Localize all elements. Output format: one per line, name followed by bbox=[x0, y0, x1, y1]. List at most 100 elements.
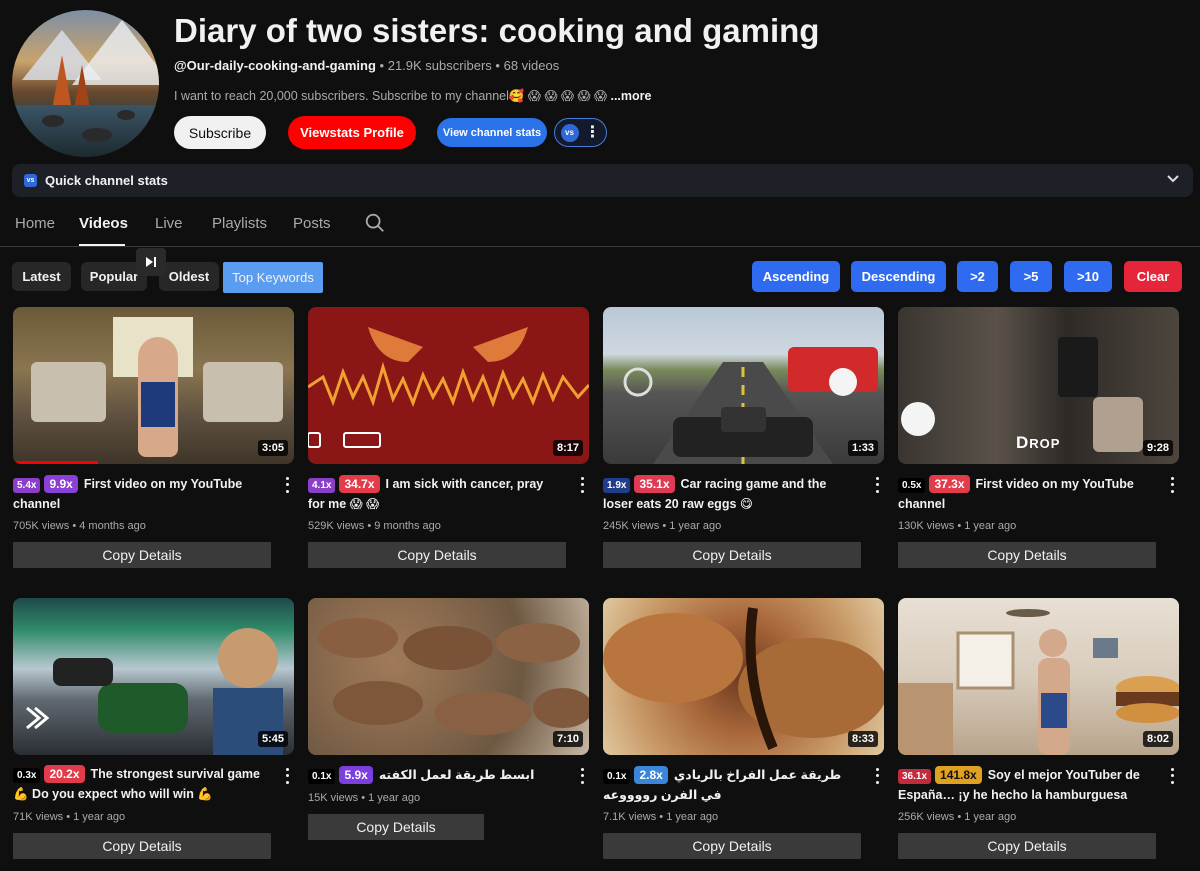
video-duration: 5:45 bbox=[257, 731, 288, 747]
outlier-score-badge: 2.8x bbox=[634, 766, 668, 784]
video-thumbnail[interactable]: 5:45 bbox=[13, 598, 294, 755]
channel-title: Diary of two sisters: cooking and gaming bbox=[174, 12, 820, 49]
video-meta: 7.1K views • 1 year ago bbox=[603, 811, 719, 823]
outlier-score-badge: 9.9x bbox=[44, 475, 78, 493]
subscriber-count: 21.9K subscribers bbox=[387, 58, 492, 73]
more-vert-icon: ⋮ bbox=[584, 123, 601, 141]
video-meta: 529K views • 9 months ago bbox=[308, 520, 441, 532]
clear-filter-button[interactable]: Clear bbox=[1124, 261, 1182, 292]
multiplier-badge: 0.5x bbox=[898, 478, 926, 493]
video-menu-icon[interactable] bbox=[872, 475, 882, 495]
video-meta: 256K views • 1 year ago bbox=[898, 811, 1017, 823]
video-menu-icon[interactable] bbox=[1167, 475, 1177, 495]
video-duration: 8:02 bbox=[1142, 731, 1173, 747]
video-duration: 8:17 bbox=[552, 440, 583, 456]
copy-details-button[interactable]: Copy Details bbox=[13, 542, 271, 568]
tab-home[interactable]: Home bbox=[15, 215, 55, 232]
copy-details-button[interactable]: Copy Details bbox=[898, 542, 1156, 568]
copy-details-button[interactable]: Copy Details bbox=[13, 833, 271, 859]
video-duration: 7:10 bbox=[552, 731, 583, 747]
video-title[interactable]: 0.1x 5.9x ابسط طريقة لعمل الكفته bbox=[308, 766, 563, 786]
video-menu-icon[interactable] bbox=[1167, 766, 1177, 786]
copy-details-button[interactable]: Copy Details bbox=[603, 542, 861, 568]
channel-meta: @Our-daily-cooking-and-gaming • 21.9K su… bbox=[174, 58, 560, 73]
tab-posts[interactable]: Posts bbox=[293, 215, 331, 232]
search-icon[interactable] bbox=[364, 212, 386, 234]
filter-gt2-button[interactable]: >2 bbox=[957, 261, 998, 292]
quick-channel-stats-bar[interactable]: vs Quick channel stats bbox=[12, 164, 1193, 197]
video-menu-icon[interactable] bbox=[577, 475, 587, 495]
ascending-button[interactable]: Ascending bbox=[752, 261, 840, 292]
video-duration: 1:33 bbox=[847, 440, 878, 456]
channel-tabs: Home Videos Live Playlists Posts bbox=[0, 205, 1200, 247]
video-title[interactable]: 0.1x 2.8x طريقة عمل الفراخ بالريادي في الف… bbox=[603, 766, 858, 805]
quick-stats-label: Quick channel stats bbox=[45, 173, 168, 188]
sort-latest-chip[interactable]: Latest bbox=[12, 262, 71, 291]
outlier-score-badge: 5.9x bbox=[339, 766, 373, 784]
video-thumbnail[interactable]: 3:05 bbox=[13, 307, 294, 464]
video-title[interactable]: 5.4x 9.9x First video on my YouTube channe… bbox=[13, 475, 268, 514]
filter-gt10-button[interactable]: >10 bbox=[1064, 261, 1112, 292]
descending-button[interactable]: Descending bbox=[851, 261, 946, 292]
channel-avatar[interactable] bbox=[12, 10, 159, 157]
viewstats-profile-button[interactable]: Viewstats Profile bbox=[288, 116, 416, 149]
view-channel-stats-button[interactable]: View channel stats bbox=[437, 118, 547, 147]
outlier-score-badge: 20.2x bbox=[44, 765, 85, 783]
video-thumbnail[interactable]: 8:17 bbox=[308, 307, 589, 464]
tab-live[interactable]: Live bbox=[155, 215, 183, 232]
extension-menu-button[interactable]: vs ⋮ bbox=[554, 118, 607, 147]
video-thumbnail[interactable]: DROP 9:28 bbox=[898, 307, 1179, 464]
skip-next-icon[interactable] bbox=[136, 248, 166, 276]
viewstats-logo-icon: vs bbox=[24, 174, 37, 187]
copy-details-button[interactable]: Copy Details bbox=[898, 833, 1156, 859]
outlier-score-badge: 37.3x bbox=[929, 475, 970, 493]
top-keywords-button[interactable]: Top Keywords bbox=[223, 262, 323, 293]
tab-videos[interactable]: Videos bbox=[79, 215, 128, 232]
copy-details-button[interactable]: Copy Details bbox=[603, 833, 861, 859]
video-title[interactable]: 0.5x 37.3x First video on my YouTube chann… bbox=[898, 475, 1153, 514]
multiplier-badge: 5.4x bbox=[13, 478, 41, 493]
video-thumbnail[interactable]: 8:02 bbox=[898, 598, 1179, 755]
outlier-score-badge: 35.1x bbox=[634, 475, 675, 493]
channel-handle[interactable]: @Our-daily-cooking-and-gaming bbox=[174, 58, 376, 73]
multiplier-badge: 1.9x bbox=[603, 478, 631, 493]
video-meta: 245K views • 1 year ago bbox=[603, 520, 722, 532]
drop-label: DROP bbox=[1016, 433, 1061, 452]
multiplier-badge: 4.1x bbox=[308, 478, 336, 493]
video-title[interactable]: 36.1x 141.8x Soy el mejor YouTuber de Espa… bbox=[898, 766, 1153, 804]
more-link[interactable]: ...more bbox=[610, 89, 651, 103]
multiplier-badge: 0.1x bbox=[308, 769, 336, 784]
video-meta: 705K views • 4 months ago bbox=[13, 520, 146, 532]
active-tab-indicator bbox=[79, 244, 125, 246]
video-thumbnail[interactable]: 7:10 bbox=[308, 598, 589, 755]
video-menu-icon[interactable] bbox=[872, 766, 882, 786]
multiplier-badge: 36.1x bbox=[898, 769, 932, 784]
video-title[interactable]: 1.9x 35.1x Car racing game and the loser e… bbox=[603, 475, 858, 514]
copy-details-button[interactable]: Copy Details bbox=[308, 542, 566, 568]
outlier-score-badge: 141.8x bbox=[935, 766, 982, 784]
video-menu-icon[interactable] bbox=[282, 766, 292, 786]
video-thumbnail[interactable]: 8:33 bbox=[603, 598, 884, 755]
video-meta: 71K views • 1 year ago bbox=[13, 811, 126, 823]
outlier-score-badge: 34.7x bbox=[339, 475, 380, 493]
video-meta: 130K views • 1 year ago bbox=[898, 520, 1017, 532]
video-meta: 15K views • 1 year ago bbox=[308, 792, 421, 804]
channel-description[interactable]: I want to reach 20,000 subscribers. Subs… bbox=[174, 88, 651, 104]
tab-playlists[interactable]: Playlists bbox=[212, 215, 267, 232]
video-title[interactable]: 0.3x 20.2x The strongest survival game 💪 D… bbox=[13, 765, 268, 804]
subscribe-button[interactable]: Subscribe bbox=[174, 116, 266, 149]
video-title[interactable]: 4.1x 34.7x I am sick with cancer, pray for… bbox=[308, 475, 563, 514]
sort-oldest-chip[interactable]: Oldest bbox=[159, 262, 219, 291]
video-thumbnail[interactable]: 1:33 bbox=[603, 307, 884, 464]
multiplier-badge: 0.1x bbox=[603, 769, 631, 784]
viewstats-logo-icon: vs bbox=[560, 123, 579, 142]
chevron-down-icon[interactable] bbox=[1167, 172, 1179, 186]
video-duration: 3:05 bbox=[257, 440, 288, 456]
video-menu-icon[interactable] bbox=[282, 475, 292, 495]
video-menu-icon[interactable] bbox=[577, 766, 587, 786]
copy-details-button[interactable]: Copy Details bbox=[308, 814, 484, 840]
video-duration: 9:28 bbox=[1142, 440, 1173, 456]
filter-gt5-button[interactable]: >5 bbox=[1010, 261, 1052, 292]
channel-header: Diary of two sisters: cooking and gaming… bbox=[0, 0, 1200, 160]
multiplier-badge: 0.3x bbox=[13, 768, 41, 783]
